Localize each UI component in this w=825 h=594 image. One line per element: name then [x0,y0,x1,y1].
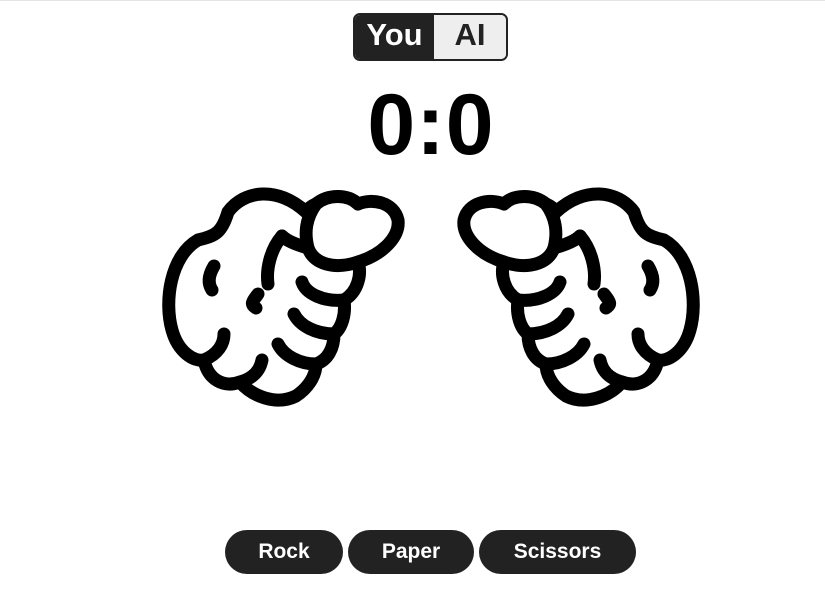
choice-controls: Rock Paper Scissors [225,530,636,574]
rock-button[interactable]: Rock [225,530,343,574]
player-fist-icon [158,184,408,412]
player-ai-label: AI [434,15,506,59]
paper-button[interactable]: Paper [348,530,474,574]
scissors-button[interactable]: Scissors [479,530,636,574]
player-you-label: You [355,15,434,59]
game-page: You AI 0:0 Rock Paper Scissors [0,0,825,594]
player-toggle: You AI [353,13,508,61]
score-display: 0:0 [367,77,495,173]
ai-fist-icon [454,184,704,412]
